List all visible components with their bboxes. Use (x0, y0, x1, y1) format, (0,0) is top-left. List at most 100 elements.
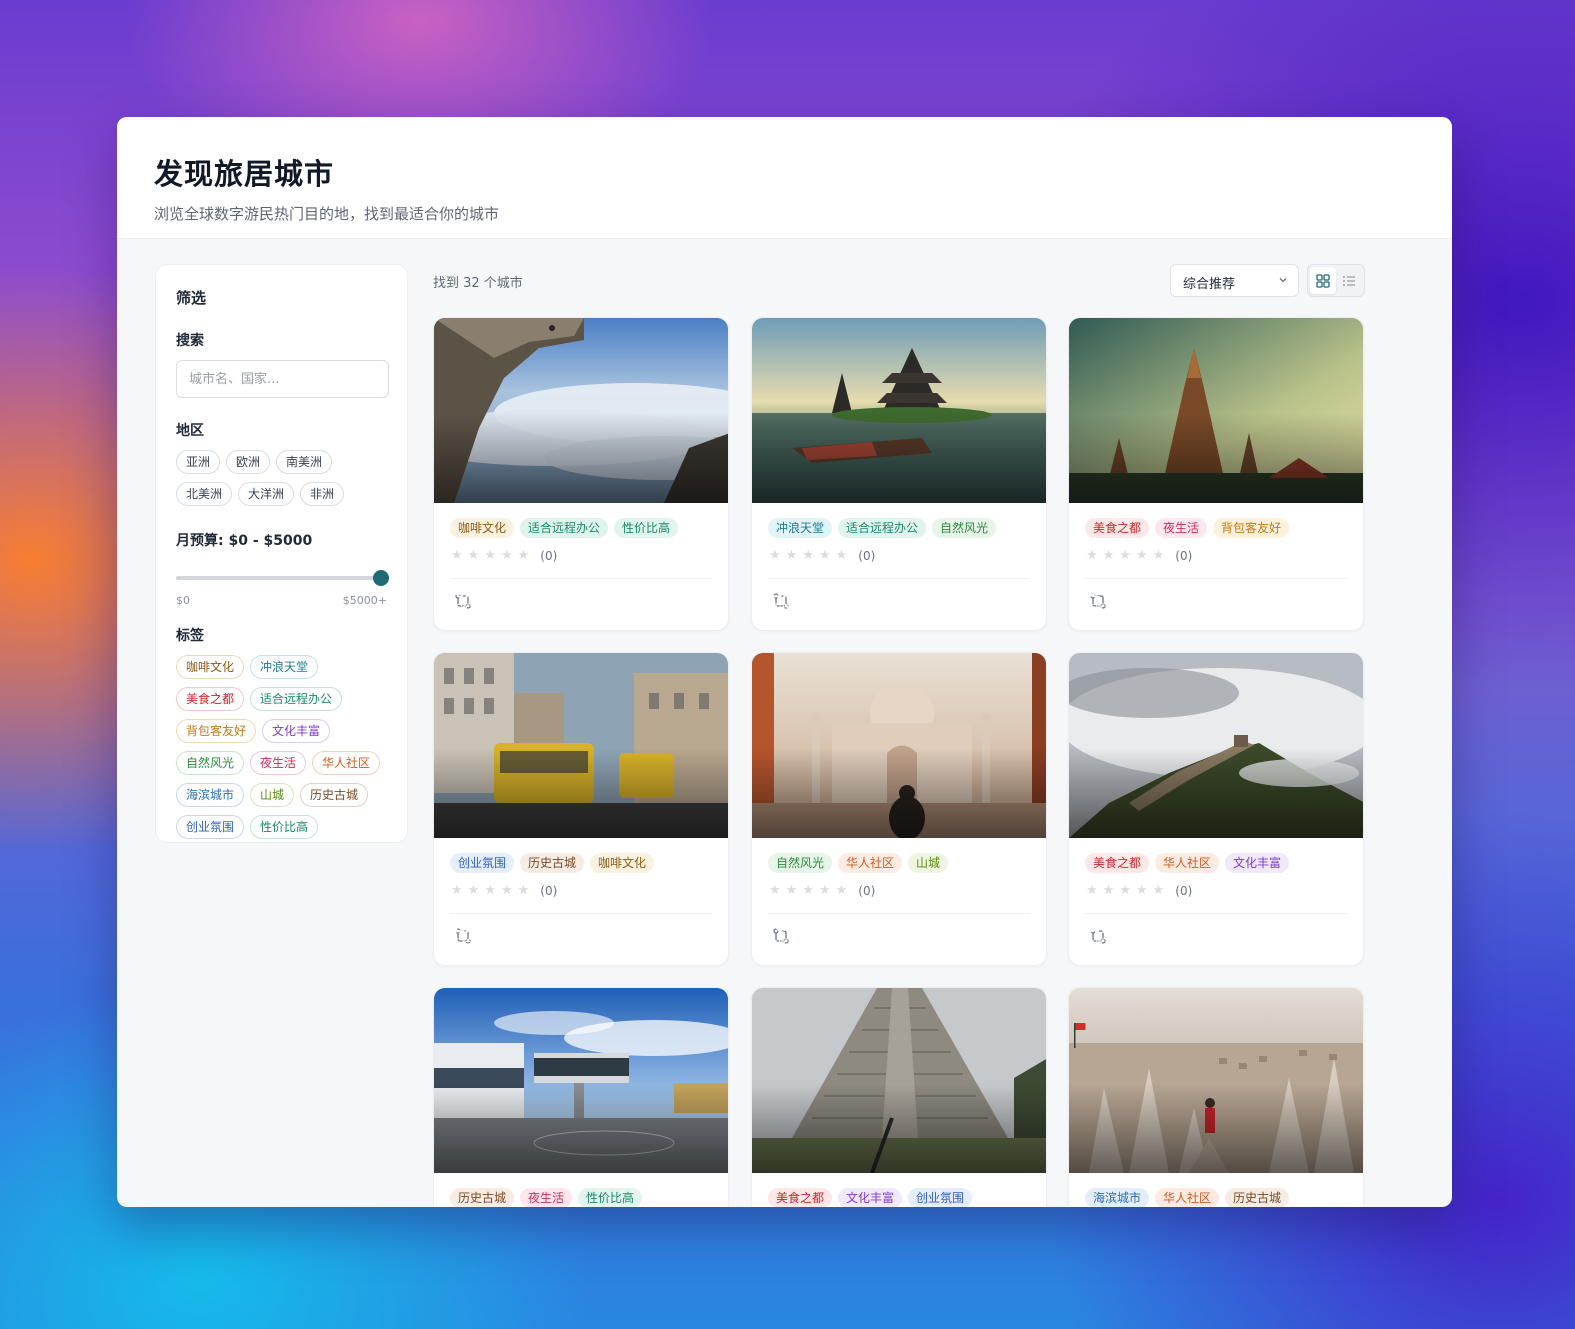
star-icon[interactable]: ★ (468, 549, 480, 563)
slider-thumb[interactable] (373, 570, 389, 586)
region-label: 地区 (176, 423, 204, 439)
tag-chip-startup[interactable]: 创业氛围 (176, 815, 245, 839)
sort-select[interactable]: 综合推荐 (1170, 264, 1299, 297)
tag-chip-surf[interactable]: 冲浪天堂 (250, 655, 319, 679)
budget-slider[interactable] (176, 570, 389, 586)
tag-chip-coast[interactable]: 海滨城市 (176, 783, 245, 807)
region-chip[interactable]: 南美洲 (276, 450, 333, 474)
city-tags: 冲浪天堂 适合远程办公 自然风光 (768, 518, 997, 538)
tag-chip-history[interactable]: 历史古城 (300, 783, 369, 807)
city-tags: 历史古城 夜生活 性价比高 (450, 1188, 643, 1207)
star-icon[interactable]: ★ (819, 884, 831, 898)
star-icon[interactable]: ★ (786, 549, 798, 563)
city-tags: 咖啡文化 适合远程办公 性价比高 (450, 518, 679, 538)
city-tags: 海滨城市 华人社区 历史古城 (1085, 1188, 1290, 1207)
rating-count: (0) (858, 884, 876, 898)
city-card[interactable]: 巴厘岛 印度尼西亚 · 东南亚 冲浪天堂 适合远程办公 自然风光 ★ ★ ★ ★ ★ (0) (751, 317, 1047, 631)
city-tag-nature: 自然风光 (768, 853, 833, 873)
city-tag-mountain: 山城 (908, 853, 949, 873)
slider-labels: $0 $5000+ (176, 594, 387, 607)
city-tag-history: 历史古城 (520, 853, 585, 873)
star-icon[interactable]: ★ (1136, 884, 1148, 898)
city-card[interactable]: 布达佩斯 匈牙利 · 中欧 历史古城夜生活性价比高 ★★★★★(0) (433, 987, 729, 1207)
tag-chip-night[interactable]: 夜生活 (250, 751, 307, 775)
city-photo (434, 988, 728, 1173)
city-card[interactable]: 曼谷 泰国 · 东南亚 美食之都 夜生活 背包客友好 ★ ★ ★ ★ ★ (0) (1068, 317, 1364, 631)
region-chip[interactable]: 亚洲 (176, 450, 221, 474)
tag-chip-food[interactable]: 美食之都 (176, 687, 245, 711)
grid-view-button[interactable] (1310, 267, 1336, 294)
star-icon[interactable]: ★ (501, 884, 513, 898)
star-icon[interactable]: ★ (484, 884, 496, 898)
city-region: 泰国 · 东南亚 (1082, 603, 1160, 618)
star-icon[interactable]: ★ (836, 549, 848, 563)
star-icon[interactable]: ★ (1153, 884, 1165, 898)
star-icon[interactable]: ★ (836, 884, 848, 898)
star-icon[interactable]: ★ (1119, 549, 1131, 563)
star-icon[interactable]: ★ (451, 884, 463, 898)
star-icon[interactable]: ★ (819, 549, 831, 563)
tag-chip-chinese[interactable]: 华人社区 (312, 751, 381, 775)
city-tag-food: 美食之都 (1085, 853, 1150, 873)
star-icon[interactable]: ★ (1103, 549, 1115, 563)
rating-count: (0) (1175, 884, 1193, 898)
tag-chip-coffee[interactable]: 咖啡文化 (176, 655, 245, 679)
city-card[interactable]: 厦门 中国 · 东亚 海滨城市华人社区历史古城 ★★★★★(0) (1068, 987, 1364, 1207)
star-icon[interactable]: ★ (484, 549, 496, 563)
slider-fill (176, 576, 389, 580)
rating-count: (0) (540, 884, 558, 898)
star-icon[interactable]: ★ (501, 549, 513, 563)
tag-chip-value[interactable]: 性价比高 (250, 815, 319, 839)
city-rating: ★ ★ ★ ★ ★ (0) (1086, 549, 1192, 564)
city-region: 葡萄牙 · 西欧 (447, 938, 525, 953)
region-chip[interactable]: 大洋洲 (238, 482, 295, 506)
region-chip[interactable]: 非洲 (300, 482, 345, 506)
star-icon[interactable]: ★ (1086, 549, 1098, 563)
city-tag-surf: 冲浪天堂 (768, 518, 833, 538)
star-icon[interactable]: ★ (769, 884, 781, 898)
star-icon[interactable]: ★ (451, 549, 463, 563)
tag-chip-culture[interactable]: 文化丰富 (262, 719, 331, 743)
star-icon[interactable]: ★ (1136, 549, 1148, 563)
city-card[interactable]: 大理 中国 · 东亚 自然风光 华人社区 山城 ★ ★ ★ ★ ★ (0) (751, 652, 1047, 966)
star-icon[interactable]: ★ (802, 549, 814, 563)
list-view-button[interactable] (1336, 267, 1362, 294)
city-tag-remote: 适合远程办公 (520, 518, 609, 538)
star-icon[interactable]: ★ (769, 549, 781, 563)
list-view-icon (1343, 275, 1355, 286)
city-card[interactable]: 墨西哥城 墨西哥 · 北美 美食之都文化丰富创业氛围 ★★★★★(0) (751, 987, 1047, 1207)
page-header: 发现旅居城市 浏览全球数字游民热门目的地，找到最适合你的城市 (117, 117, 1452, 239)
region-chip[interactable]: 北美洲 (176, 482, 233, 506)
city-card[interactable]: 成都 中国 · 东亚 美食之都 华人社区 文化丰富 ★ ★ ★ ★ ★ (0) (1068, 652, 1364, 966)
star-icon[interactable]: ★ (518, 884, 530, 898)
city-photo (434, 653, 728, 838)
rating-count: (0) (540, 549, 558, 563)
sort-value: 综合推荐 (1183, 277, 1236, 292)
card-divider (1085, 913, 1347, 914)
city-tag-value: 性价比高 (614, 518, 679, 538)
search-input[interactable] (176, 360, 389, 398)
tag-chip-mountain[interactable]: 山城 (250, 783, 295, 807)
star-icon[interactable]: ★ (1086, 884, 1098, 898)
star-icon[interactable]: ★ (518, 549, 530, 563)
city-card[interactable]: 里斯本 葡萄牙 · 西欧 创业氛围 历史古城 咖啡文化 ★ ★ ★ ★ ★ (0) (433, 652, 729, 966)
city-photo (434, 318, 728, 503)
star-icon[interactable]: ★ (468, 884, 480, 898)
city-tag-value: 性价比高 (578, 1188, 643, 1207)
region-chip[interactable]: 欧洲 (226, 450, 271, 474)
star-icon[interactable]: ★ (1103, 884, 1115, 898)
city-tag-startup: 创业氛围 (450, 853, 515, 873)
star-icon[interactable]: ★ (1119, 884, 1131, 898)
tag-chip-remote[interactable]: 适合远程办公 (250, 687, 343, 711)
tag-chip-backpack[interactable]: 背包客友好 (176, 719, 257, 743)
city-card[interactable]: 清迈 泰国 · 东南亚 咖啡文化 适合远程办公 性价比高 ★ ★ ★ ★ ★ (0) (433, 317, 729, 631)
city-photo (1069, 988, 1363, 1173)
city-tag-coffee: 咖啡文化 (450, 518, 515, 538)
city-tags: 美食之都 华人社区 文化丰富 (1085, 853, 1290, 873)
star-icon[interactable]: ★ (786, 884, 798, 898)
city-tag-culture: 文化丰富 (838, 1188, 903, 1207)
tag-chip-nature[interactable]: 自然风光 (176, 751, 245, 775)
star-icon[interactable]: ★ (802, 884, 814, 898)
star-icon[interactable]: ★ (1153, 549, 1165, 563)
city-tag-chinese: 华人社区 (838, 853, 903, 873)
